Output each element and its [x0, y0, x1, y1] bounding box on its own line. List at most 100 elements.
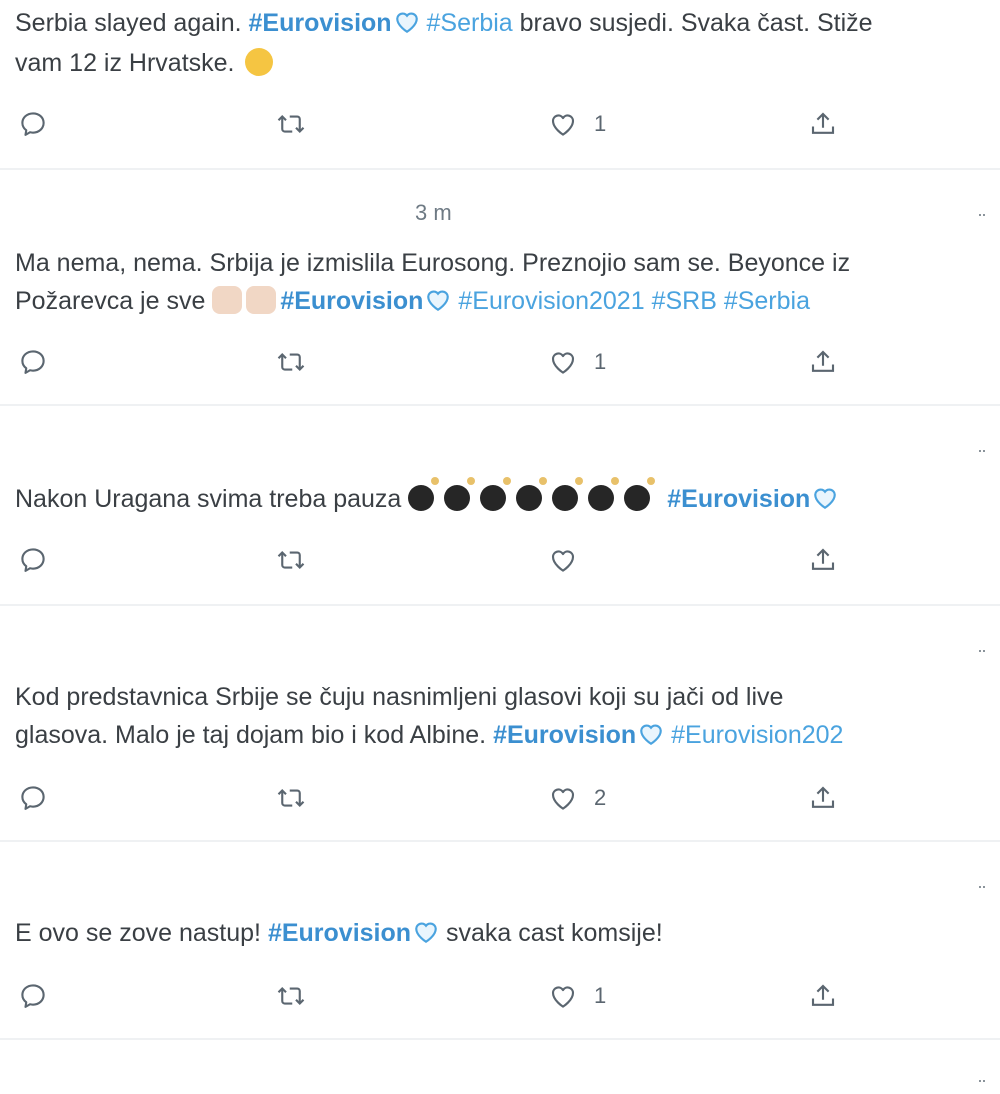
bomb-emoji-icon [480, 477, 512, 511]
reply-icon [18, 981, 48, 1011]
reply-icon [18, 347, 48, 377]
hashtag-link[interactable]: #Serbia [427, 9, 513, 37]
reply-icon [18, 109, 48, 139]
retweet-icon [276, 545, 306, 575]
tweet-text-segment: bravo susjedi. Svaka čast. Stiže [512, 9, 873, 37]
tweet-text: Serbia slayed again. #Eurovision #Serbia… [15, 4, 873, 42]
tweet-actions: 1 [0, 342, 1000, 382]
tweet-text: Kod predstavnica Srbije se čuju nasnimlj… [15, 678, 783, 716]
retweet-icon [276, 981, 306, 1011]
hashtag-link[interactable]: #Eurovision [248, 9, 391, 37]
reply-button[interactable] [18, 342, 48, 382]
retweet-icon [276, 109, 306, 139]
heart-icon [548, 347, 578, 377]
divider [0, 404, 1000, 406]
tweet-text-segment: svaka cast komsije! [439, 919, 663, 947]
reply-button[interactable] [18, 540, 48, 580]
retweet-icon [276, 347, 306, 377]
retweet-icon [276, 783, 306, 813]
share-button[interactable] [808, 342, 838, 382]
tweet-text: Ma nema, nema. Srbija je izmislila Euros… [15, 244, 850, 282]
blue-heart-icon [394, 10, 420, 34]
tweet-actions: 2 [0, 778, 1000, 818]
retweet-button[interactable] [276, 104, 306, 144]
like-button[interactable]: 1 [548, 104, 606, 144]
tweet-text-segment: E ovo se zove nastup! [15, 919, 268, 947]
reply-icon [18, 783, 48, 813]
blue-heart-icon [812, 486, 838, 510]
retweet-button[interactable] [276, 976, 306, 1016]
more-options-icon[interactable]: ·· [977, 876, 987, 897]
like-button[interactable] [548, 540, 594, 580]
reply-button[interactable] [18, 104, 48, 144]
tweet-text-segment: Serbia slayed again. [15, 9, 249, 37]
divider [0, 1038, 1000, 1040]
reply-button[interactable] [18, 778, 48, 818]
like-button[interactable]: 2 [548, 778, 606, 818]
bomb-emoji-icon [444, 477, 476, 511]
tweet-text: glasova. Malo je taj dojam bio i kod Alb… [15, 716, 843, 754]
divider [0, 168, 1000, 170]
more-options-icon[interactable]: ·· [977, 204, 987, 225]
share-icon [808, 783, 838, 813]
share-icon [808, 545, 838, 575]
tweet-text-segment: Požarevca je sve [15, 287, 213, 315]
tweet-text: Nakon Uragana svima treba pauza #Eurovis… [15, 477, 838, 518]
hashtag-link[interactable]: #Eurovision [280, 287, 423, 315]
like-button[interactable]: 1 [548, 976, 606, 1016]
hashtag-links[interactable]: #Eurovision2021 #SRB #Serbia [458, 287, 810, 315]
tweet-actions: 1 [0, 104, 1000, 144]
share-icon [808, 109, 838, 139]
reply-button[interactable] [18, 976, 48, 1016]
heart-icon [548, 981, 578, 1011]
hashtag-link[interactable]: #Eurovision [268, 919, 411, 947]
tweet-timestamp[interactable]: 3 m [415, 200, 452, 226]
kiss-emoji-icon [245, 48, 274, 76]
more-options-icon[interactable]: ·· [977, 1070, 987, 1091]
like-count: 1 [594, 349, 607, 374]
divider [0, 604, 1000, 606]
blue-heart-icon [413, 920, 439, 944]
share-button[interactable] [808, 976, 838, 1016]
blue-heart-icon [638, 722, 664, 746]
more-options-icon[interactable]: ·· [977, 640, 987, 661]
retweet-button[interactable] [276, 342, 306, 382]
like-count: 2 [594, 785, 607, 810]
share-button[interactable] [808, 540, 838, 580]
heart-icon [548, 109, 578, 139]
share-button[interactable] [808, 104, 838, 144]
tweet-actions: 1 [0, 976, 1000, 1016]
heart-icon [548, 545, 578, 575]
hashtag-link[interactable]: #Eurovision202 [671, 721, 843, 749]
heart-icon [548, 783, 578, 813]
bomb-emoji-icon [552, 477, 584, 511]
bomb-emoji-icon [408, 477, 440, 511]
tweet-text-segment: Nakon Uragana svima treba pauza [15, 485, 409, 513]
clap-emoji-icon [246, 286, 277, 314]
tweet-text: E ovo se zove nastup! #Eurovision svaka … [15, 914, 663, 952]
tweet-actions [0, 540, 1000, 580]
tweet-text-segment: vam 12 iz Hrvatske. [15, 49, 242, 77]
like-button[interactable]: 1 [548, 342, 606, 382]
tweet-text: Požarevca je sve #Eurovision #Eurovision… [15, 282, 810, 320]
hashtag-link[interactable]: #Eurovision [493, 721, 636, 749]
like-count: 1 [594, 983, 607, 1008]
retweet-button[interactable] [276, 778, 306, 818]
bomb-emoji-icon [588, 477, 620, 511]
bomb-emoji-icon [624, 477, 656, 511]
bomb-emoji-icon [516, 477, 548, 511]
reply-icon [18, 545, 48, 575]
divider [0, 840, 1000, 842]
retweet-button[interactable] [276, 540, 306, 580]
share-button[interactable] [808, 778, 838, 818]
share-icon [808, 347, 838, 377]
more-options-icon[interactable]: ·· [977, 440, 987, 461]
tweet-text: vam 12 iz Hrvatske. [15, 44, 274, 82]
like-count: 1 [594, 111, 607, 136]
hashtag-link[interactable]: #Eurovision [667, 485, 810, 513]
tweet-text-segment: Ma nema, nema. Srbija je izmislila Euros… [15, 249, 851, 277]
tweet-text-segment: glasova. Malo je taj dojam bio i kod Alb… [15, 721, 494, 749]
clap-emoji-icon [212, 286, 243, 314]
blue-heart-icon [425, 288, 451, 312]
tweet-text-segment: Kod predstavnica Srbije se čuju nasnimlj… [15, 683, 784, 711]
